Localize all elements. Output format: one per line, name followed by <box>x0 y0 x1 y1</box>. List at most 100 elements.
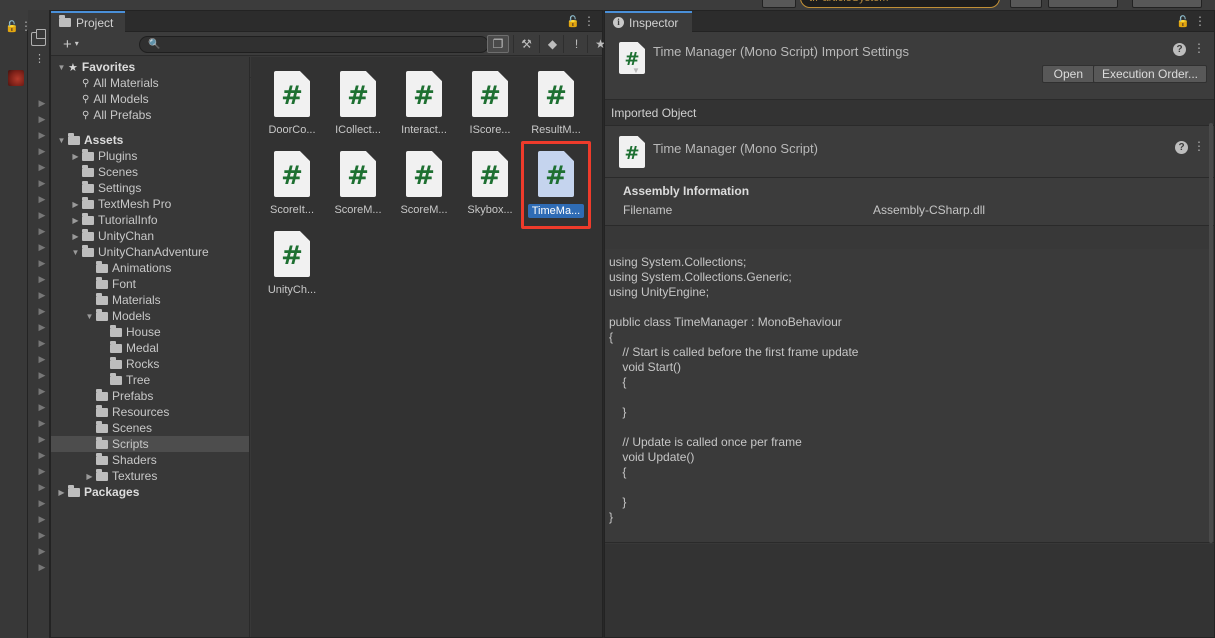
asset-item[interactable]: #ScoreM... <box>391 147 457 227</box>
asset-item[interactable]: #Interact... <box>391 67 457 147</box>
tree-twisty-icon[interactable]: ▶ <box>83 472 96 481</box>
chevron-right-icon[interactable]: ▶ <box>33 111 51 127</box>
kebab-menu-icon-secondary[interactable]: ⋮ <box>34 52 45 65</box>
chevron-right-icon[interactable]: ▶ <box>33 95 51 111</box>
tree-item-unitychan[interactable]: ▶UnityChan <box>51 228 249 244</box>
asset-item[interactable]: #ICollect... <box>325 67 391 147</box>
kebab-menu-icon[interactable]: ⋮ <box>583 14 595 28</box>
chevron-right-icon[interactable]: ▶ <box>33 447 51 463</box>
warning-icon[interactable]: ! <box>563 35 589 53</box>
chevron-right-icon[interactable]: ▶ <box>33 255 51 271</box>
add-asset-button[interactable]: + ▾ <box>59 35 83 53</box>
chevron-right-icon[interactable]: ▶ <box>33 287 51 303</box>
tree-twisty-icon[interactable]: ▶ <box>55 488 68 497</box>
tree-twisty-icon[interactable]: ▼ <box>55 63 68 72</box>
asset-item[interactable]: #Skybox... <box>457 147 523 227</box>
chevron-right-icon[interactable]: ▶ <box>33 143 51 159</box>
tree-twisty-icon[interactable]: ▼ <box>55 136 68 145</box>
hierarchy-search-input[interactable]: t:ParticleSystem <box>800 0 1000 8</box>
tree-item-shaders[interactable]: Shaders <box>51 452 249 468</box>
tree-item-packages[interactable]: ▶Packages <box>51 484 249 500</box>
open-in-new-icon[interactable] <box>31 32 46 46</box>
chevron-down-icon[interactable]: ▼ <box>632 66 640 75</box>
tree-item-resources[interactable]: Resources <box>51 404 249 420</box>
lock-icon[interactable]: 🔓 <box>566 15 580 28</box>
tree-item-tutorialinfo[interactable]: ▶TutorialInfo <box>51 212 249 228</box>
asset-item[interactable]: #IScore... <box>457 67 523 147</box>
tree-item-scenes[interactable]: Scenes <box>51 164 249 180</box>
tree-twisty-icon[interactable]: ▶ <box>69 216 82 225</box>
tree-item-animations[interactable]: Animations <box>51 260 249 276</box>
help-icon[interactable]: ? <box>1173 43 1186 56</box>
label-tag-icon[interactable]: ◆ <box>539 35 565 53</box>
chevron-right-icon[interactable]: ▶ <box>33 479 51 495</box>
chevron-right-icon[interactable]: ▶ <box>33 415 51 431</box>
asset-item[interactable]: #DoorCo... <box>259 67 325 147</box>
chevron-right-icon[interactable]: ▶ <box>33 239 51 255</box>
toolbar-button-left[interactable] <box>762 0 796 8</box>
tree-item-all-prefabs[interactable]: ⚲All Prefabs <box>51 107 249 123</box>
tree-item-prefabs[interactable]: Prefabs <box>51 388 249 404</box>
tree-item-all-models[interactable]: ⚲All Models <box>51 91 249 107</box>
chevron-right-icon[interactable]: ▶ <box>33 463 51 479</box>
tree-item-models[interactable]: ▼Models <box>51 308 249 324</box>
chevron-right-icon[interactable]: ▶ <box>33 527 51 543</box>
tree-item-plugins[interactable]: ▶Plugins <box>51 148 249 164</box>
tree-twisty-icon[interactable]: ▼ <box>83 312 96 321</box>
execution-order-button[interactable]: Execution Order... <box>1093 65 1207 83</box>
chevron-right-icon[interactable]: ▶ <box>33 351 51 367</box>
asset-item[interactable]: #ScoreIt... <box>259 147 325 227</box>
kebab-menu-icon[interactable]: ⋮ <box>1193 139 1205 153</box>
tree-item-rocks[interactable]: Rocks <box>51 356 249 372</box>
tree-item-tree[interactable]: Tree <box>51 372 249 388</box>
tree-twisty-icon[interactable]: ▼ <box>69 248 82 257</box>
tree-item-favorites[interactable]: ▼★Favorites <box>51 59 249 75</box>
chevron-right-icon[interactable]: ▶ <box>33 303 51 319</box>
tree-item-scenes[interactable]: Scenes <box>51 420 249 436</box>
tree-item-medal[interactable]: Medal <box>51 340 249 356</box>
tree-item-font[interactable]: Font <box>51 276 249 292</box>
chevron-right-icon[interactable]: ▶ <box>33 383 51 399</box>
asset-type-filter-icon[interactable]: ⚒ <box>513 35 539 53</box>
chevron-right-icon[interactable]: ▶ <box>33 559 51 575</box>
asset-item[interactable]: #ResultM... <box>523 67 589 147</box>
chevron-right-icon[interactable]: ▶ <box>33 271 51 287</box>
chevron-right-icon[interactable]: ▶ <box>33 543 51 559</box>
chevron-right-icon[interactable]: ▶ <box>33 367 51 383</box>
tree-item-materials[interactable]: Materials <box>51 292 249 308</box>
lock-icon[interactable]: 🔓 <box>1176 15 1190 28</box>
tree-twisty-icon[interactable]: ▶ <box>69 232 82 241</box>
tab-inspector[interactable]: i Inspector <box>605 11 692 32</box>
kebab-menu-icon[interactable]: ⋮ <box>1194 14 1206 28</box>
layout-dropdown[interactable] <box>1132 0 1202 8</box>
asset-item[interactable]: #UnityCh... <box>259 227 325 307</box>
chevron-right-icon[interactable]: ▶ <box>33 511 51 527</box>
project-search-input[interactable] <box>164 39 474 51</box>
chevron-right-icon[interactable]: ▶ <box>33 159 51 175</box>
chevron-right-icon[interactable]: ▶ <box>33 191 51 207</box>
project-asset-grid[interactable]: #DoorCo...#ICollect...#Interact...#IScor… <box>251 57 602 637</box>
project-search-field[interactable]: 🔍 <box>139 36 489 53</box>
asset-item[interactable]: #ScoreM... <box>325 147 391 227</box>
tree-twisty-icon[interactable]: ▶ <box>69 200 82 209</box>
chevron-right-icon[interactable]: ▶ <box>33 335 51 351</box>
tree-item-assets[interactable]: ▼Assets <box>51 132 249 148</box>
chevron-right-icon[interactable]: ▶ <box>33 319 51 335</box>
chevron-right-icon[interactable]: ▶ <box>33 207 51 223</box>
chevron-right-icon[interactable]: ▶ <box>33 127 51 143</box>
chevron-right-icon[interactable]: ▶ <box>33 223 51 239</box>
tree-item-scripts[interactable]: Scripts <box>51 436 249 452</box>
tree-item-textures[interactable]: ▶Textures <box>51 468 249 484</box>
chevron-right-icon[interactable]: ▶ <box>33 399 51 415</box>
tree-item-textmesh-pro[interactable]: ▶TextMesh Pro <box>51 196 249 212</box>
open-button[interactable]: Open <box>1042 65 1095 83</box>
toolbar-dropdown-button[interactable] <box>1010 0 1042 8</box>
chevron-right-icon[interactable]: ▶ <box>33 495 51 511</box>
chevron-right-icon[interactable]: ▶ <box>33 431 51 447</box>
tree-item-settings[interactable]: Settings <box>51 180 249 196</box>
tree-item-house[interactable]: House <box>51 324 249 340</box>
kebab-menu-icon[interactable]: ⋮ <box>1193 41 1205 55</box>
chevron-right-icon[interactable]: ▶ <box>33 175 51 191</box>
open-in-new-icon[interactable]: ❐ <box>487 35 509 53</box>
tree-item-unitychanadventure[interactable]: ▼UnityChanAdventure <box>51 244 249 260</box>
